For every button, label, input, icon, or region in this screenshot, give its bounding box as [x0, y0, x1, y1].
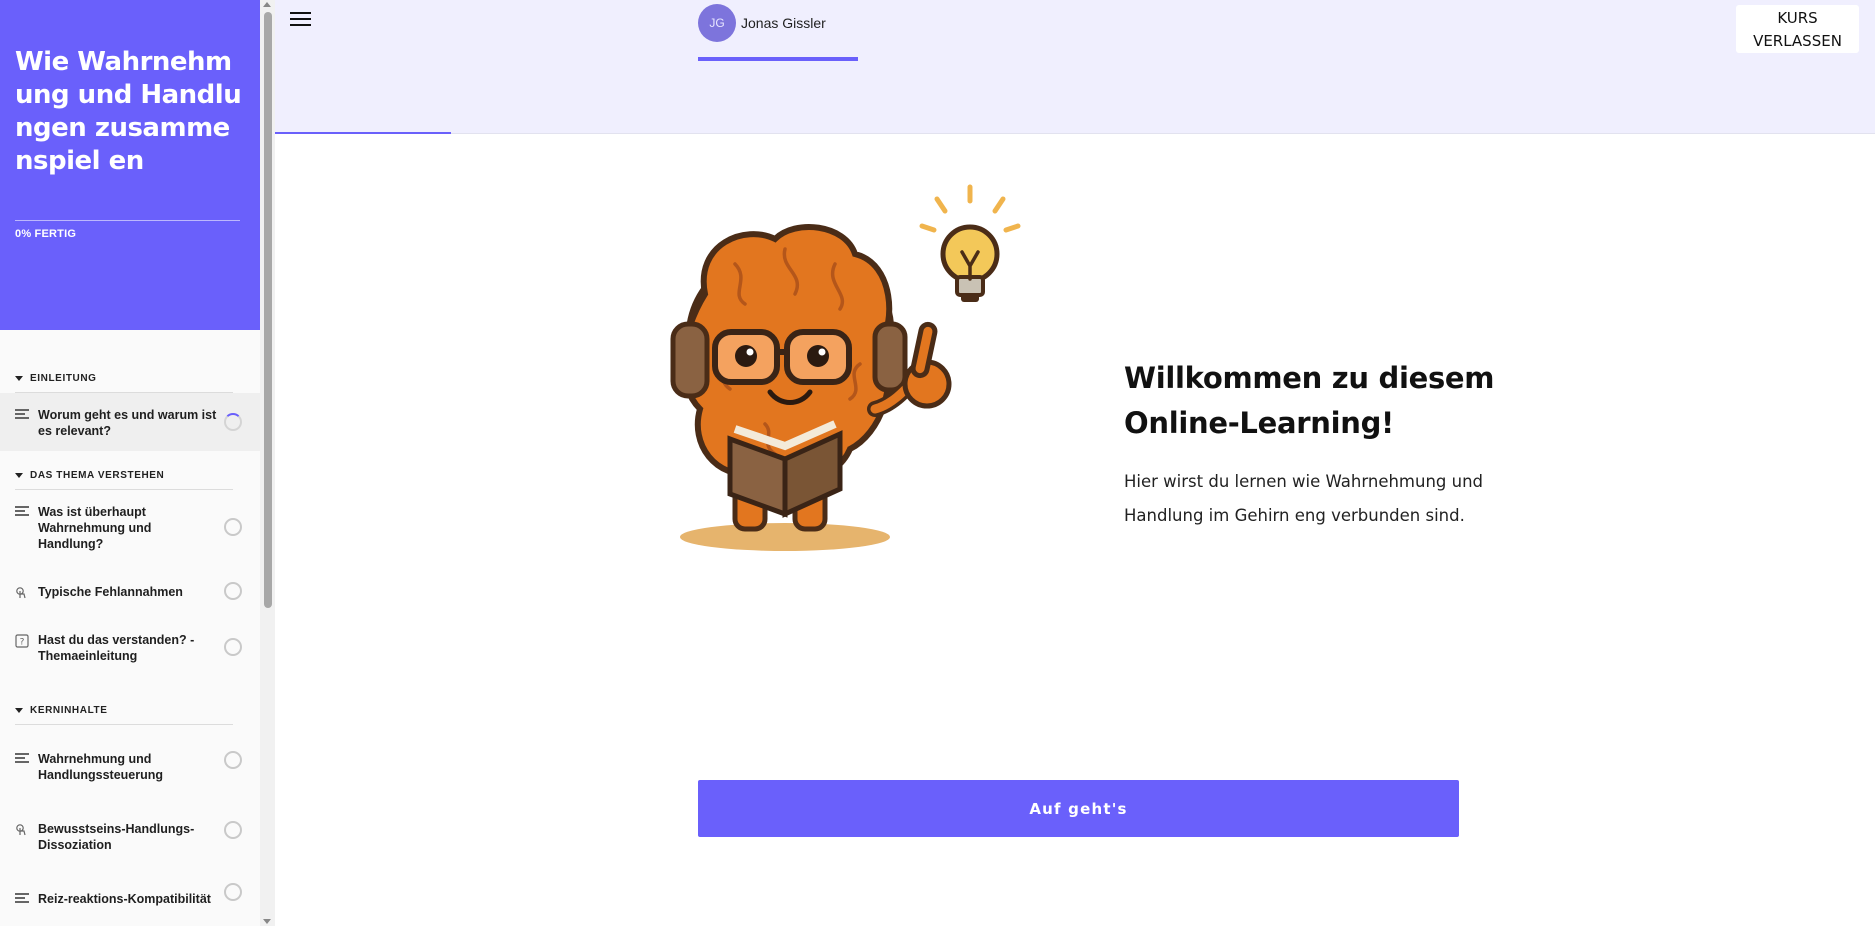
- scroll-thumb[interactable]: [264, 12, 272, 608]
- section-toggle-einleitung[interactable]: EINLEITUNG: [15, 364, 245, 392]
- lesson-item[interactable]: Wahrnehmung und Handlungssteuerung: [0, 725, 260, 795]
- section-title: KERNINHALTE: [30, 704, 108, 716]
- lesson-label: Bewusstseins-Handlungs-Dissoziation: [38, 822, 195, 852]
- section-kerninhalte: KERNINHALTE Wahrnehmung und Handlungsste…: [0, 696, 260, 919]
- scroll-down-arrow-icon[interactable]: [263, 919, 271, 924]
- scroll-up-arrow-icon[interactable]: [263, 2, 271, 7]
- progress-divider: [15, 220, 240, 221]
- svg-text:?: ?: [20, 638, 25, 648]
- section-einleitung: EINLEITUNG Worum geht es und warum ist e…: [0, 364, 260, 451]
- caret-down-icon: [15, 472, 23, 478]
- section-toggle-kerninhalte[interactable]: KERNINHALTE: [15, 696, 245, 724]
- user-info[interactable]: JG Jonas Gissler: [698, 4, 826, 42]
- welcome-heading: Willkommen zu diesem Online-Learning!: [1124, 361, 1495, 440]
- sidebar-header: Wie Wahrnehmung und Handlungen zusammens…: [0, 0, 260, 330]
- avatar: JG: [698, 4, 736, 42]
- section-title: EINLEITUNG: [30, 372, 97, 384]
- status-in-progress-icon: [224, 413, 242, 431]
- brain-mascot-illustration: [635, 184, 1035, 569]
- status-empty-icon: [224, 821, 242, 839]
- caret-down-icon: [15, 375, 23, 381]
- hamburger-menu-icon[interactable]: [290, 12, 312, 28]
- lesson-item[interactable]: Bewusstseins-Handlungs-Dissoziation: [0, 795, 260, 865]
- welcome-block: Willkommen zu diesem Online-Learning! Hi…: [1124, 356, 1504, 533]
- section-thema-verstehen: DAS THEMA VERSTEHEN Was ist überhaupt Wa…: [0, 461, 260, 676]
- status-empty-icon: [224, 638, 242, 656]
- lesson-item[interactable]: Worum geht es und warum ist es relevant?: [0, 393, 260, 451]
- user-name: Jonas Gissler: [741, 15, 826, 31]
- touch-icon: [15, 586, 29, 600]
- lesson-label: Wahrnehmung und Handlungssteuerung: [38, 752, 164, 782]
- lesson-label: Was ist überhaupt Wahrnehmung und Handlu…: [38, 505, 152, 551]
- lesson-item[interactable]: Was ist überhaupt Wahrnehmung und Handlu…: [0, 490, 260, 564]
- lesson-label: Typische Fehlannahmen: [38, 585, 183, 599]
- quiz-icon: ?: [15, 634, 29, 648]
- user-underline: [698, 57, 858, 61]
- lines-icon: [15, 753, 29, 767]
- touch-icon: [15, 823, 29, 837]
- lesson-label: Reiz-reaktions-Kompatibilität: [38, 892, 211, 906]
- lesson-item[interactable]: ? Hast du das verstanden? - Themaeinleit…: [0, 618, 260, 676]
- lesson-label: Worum geht es und warum ist es relevant?: [38, 408, 217, 438]
- caret-down-icon: [15, 707, 23, 713]
- lines-icon: [15, 409, 29, 423]
- status-empty-icon: [224, 883, 242, 901]
- status-empty-icon: [224, 518, 242, 536]
- lesson-item[interactable]: Typische Fehlannahmen: [0, 564, 260, 618]
- course-sidebar: Wie Wahrnehmung und Handlungen zusammens…: [0, 0, 260, 926]
- section-toggle-thema-verstehen[interactable]: DAS THEMA VERSTEHEN: [15, 461, 245, 489]
- lesson-content: Willkommen zu diesem Online-Learning! Hi…: [275, 134, 1875, 926]
- course-title: Wie Wahrnehmung und Handlungen zusammens…: [15, 47, 242, 176]
- top-bar: JG Jonas Gissler KURS VERLASSEN: [275, 0, 1875, 134]
- welcome-text: Hier wirst du lernen wie Wahrnehmung und…: [1124, 472, 1484, 525]
- section-title: DAS THEMA VERSTEHEN: [30, 469, 165, 481]
- lesson-item[interactable]: Reiz-reaktions-Kompatibilität: [0, 865, 260, 919]
- status-empty-icon: [224, 751, 242, 769]
- lines-icon: [15, 893, 29, 907]
- status-empty-icon: [224, 582, 242, 600]
- sidebar-scrollbar[interactable]: [260, 0, 275, 926]
- lines-icon: [15, 506, 29, 520]
- progress-label: 0% FERTIG: [15, 228, 77, 240]
- exit-course-button[interactable]: KURS VERLASSEN: [1736, 5, 1859, 53]
- start-button[interactable]: Auf geht's: [698, 780, 1459, 837]
- lesson-label: Hast du das verstanden? - Themaeinleitun…: [38, 633, 195, 663]
